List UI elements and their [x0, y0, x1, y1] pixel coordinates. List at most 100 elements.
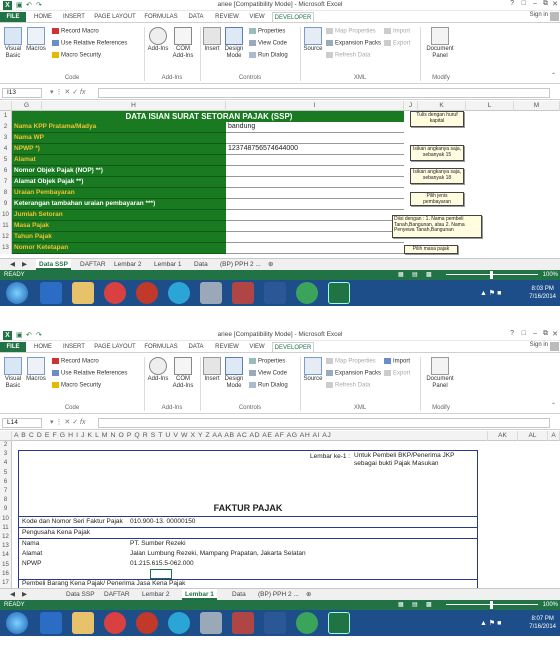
- tab-file[interactable]: FILE: [0, 342, 26, 352]
- media-icon[interactable]: [136, 612, 158, 634]
- row-header[interactable]: 11: [0, 221, 12, 232]
- help-icon[interactable]: ?: [510, 0, 514, 7]
- app-icon[interactable]: [296, 612, 318, 634]
- sheet-nav-next-icon[interactable]: ▶: [22, 259, 27, 270]
- column-header[interactable]: K: [418, 101, 466, 111]
- formula-input[interactable]: [98, 88, 550, 98]
- sheet-nav-prev-icon[interactable]: ◀: [10, 589, 15, 600]
- export-button[interactable]: Export: [384, 40, 410, 48]
- excel-taskbar-icon[interactable]: [328, 282, 350, 304]
- map-properties-button[interactable]: Map Properties: [326, 358, 376, 366]
- expansion-packs-button[interactable]: Expansion Packs: [326, 40, 381, 48]
- row-header[interactable]: 4: [0, 144, 12, 155]
- flag-app-icon[interactable]: [232, 282, 254, 304]
- macros-button[interactable]: Macros: [25, 357, 47, 383]
- row-header[interactable]: 2: [0, 122, 12, 133]
- normal-view-icon[interactable]: ▦: [398, 270, 404, 280]
- sheet-tab-daftar[interactable]: DAFTAR: [104, 589, 130, 600]
- cell-value[interactable]: [226, 221, 404, 232]
- chrome-icon[interactable]: [104, 612, 126, 634]
- export-button[interactable]: Export: [384, 370, 410, 378]
- insert-control-button[interactable]: Insert: [203, 27, 221, 53]
- restore-icon[interactable]: ⧉: [543, 0, 548, 8]
- tab-review[interactable]: REVIEW: [212, 342, 242, 352]
- add-ins-button[interactable]: Add-Ins: [147, 27, 169, 53]
- file-explorer-icon[interactable]: [72, 282, 94, 304]
- row-header[interactable]: 9: [0, 199, 12, 210]
- row-header[interactable]: 6: [0, 477, 12, 487]
- formula-input[interactable]: [98, 418, 550, 428]
- row-header[interactable]: 3: [0, 133, 12, 144]
- avatar[interactable]: [550, 342, 559, 351]
- cell-value[interactable]: [226, 199, 404, 210]
- visual-basic-button[interactable]: Visual Basic: [2, 357, 24, 390]
- cell-value[interactable]: [226, 166, 404, 177]
- macros-button[interactable]: Macros: [25, 27, 47, 53]
- com-add-ins-button[interactable]: COM Add-Ins: [171, 27, 195, 60]
- row-header[interactable]: 14: [0, 551, 12, 561]
- row-header[interactable]: 10: [0, 514, 12, 524]
- document-panel-button[interactable]: Document Panel: [423, 27, 457, 60]
- sheet-tab-lembar-2[interactable]: Lembar 2: [142, 589, 169, 600]
- selected-cell[interactable]: [150, 569, 172, 579]
- run-dialog-button[interactable]: Run Dialog: [249, 382, 288, 390]
- cell-value[interactable]: [226, 155, 404, 166]
- close-icon[interactable]: ✕: [552, 330, 558, 338]
- add-sheet-icon[interactable]: ⊕: [268, 259, 273, 270]
- sheet-tab-data[interactable]: Data: [194, 259, 208, 270]
- tray-icons[interactable]: ▲ ⚑ ■: [480, 289, 501, 297]
- xml-source-button[interactable]: Source: [303, 357, 323, 383]
- tab-insert[interactable]: INSERT: [60, 12, 88, 22]
- tab-home[interactable]: HOME: [30, 12, 56, 22]
- column-header[interactable]: L: [466, 101, 514, 111]
- import-button[interactable]: Import: [384, 28, 410, 36]
- sheet-tab-data[interactable]: Data: [232, 589, 246, 600]
- tab-home[interactable]: HOME: [30, 342, 56, 352]
- tab-file[interactable]: FILE: [0, 12, 26, 22]
- word-icon[interactable]: [264, 612, 286, 634]
- sheet-grid[interactable]: DATA ISIAN SURAT SETORAN PAJAK (SSP) Nam…: [12, 111, 560, 259]
- sign-in-link[interactable]: Sign in: [530, 12, 548, 18]
- word-icon[interactable]: [264, 282, 286, 304]
- column-header[interactable]: A: [548, 431, 560, 441]
- tab-view[interactable]: VIEW: [246, 342, 268, 352]
- app-icon[interactable]: [200, 612, 222, 634]
- chrome-icon[interactable]: [104, 282, 126, 304]
- refresh-data-button[interactable]: Refresh Data: [326, 52, 370, 60]
- sheet-tab-lembar-1[interactable]: Lembar 1: [154, 259, 181, 270]
- close-icon[interactable]: ✕: [552, 0, 558, 8]
- column-header[interactable]: AL: [518, 431, 548, 441]
- row-header[interactable]: 2: [0, 441, 12, 451]
- ribbon-options-icon[interactable]: □: [522, 0, 526, 7]
- refresh-data-button[interactable]: Refresh Data: [326, 382, 370, 390]
- sheet-tab-bp-pph[interactable]: (BP) PPH 2 ...: [258, 589, 299, 600]
- record-macro-button[interactable]: Record Macro: [52, 28, 99, 36]
- zoom-level[interactable]: 100%: [543, 270, 558, 280]
- row-header[interactable]: 6: [0, 166, 12, 177]
- design-mode-button[interactable]: Design Mode: [222, 357, 246, 390]
- cell-value[interactable]: [226, 188, 404, 199]
- app-icon[interactable]: [168, 612, 190, 634]
- row-header[interactable]: 12: [0, 232, 12, 243]
- row-header[interactable]: 4: [0, 459, 12, 469]
- name-box[interactable]: I13: [2, 88, 42, 98]
- ribbon-options-icon[interactable]: □: [522, 330, 526, 337]
- column-header[interactable]: I: [226, 101, 404, 111]
- row-header[interactable]: 16: [0, 569, 12, 579]
- zoom-level[interactable]: 100%: [543, 600, 558, 610]
- tray-icons[interactable]: ▲ ⚑ ■: [480, 619, 501, 627]
- cell-value[interactable]: [226, 232, 404, 243]
- row-header[interactable]: 13: [0, 542, 12, 552]
- row-header[interactable]: 5: [0, 468, 12, 478]
- page-break-icon[interactable]: ▩: [426, 600, 432, 610]
- restore-icon[interactable]: ⧉: [543, 330, 548, 338]
- name-box[interactable]: L14: [2, 418, 42, 428]
- row-header[interactable]: 7: [0, 177, 12, 188]
- tab-developer[interactable]: DEVELOPER: [272, 12, 314, 22]
- faktur-pajak-sheet[interactable]: Lembar ke-1 : Untuk Pembeli BKP/Penerima…: [12, 441, 560, 588]
- sheet-tab-daftar[interactable]: DAFTAR: [80, 259, 106, 270]
- sheet-tab-bp-pph[interactable]: (BP) PPH 2 ...: [220, 259, 261, 270]
- column-header[interactable]: G: [12, 101, 42, 111]
- cell-value[interactable]: [226, 133, 404, 144]
- tab-developer[interactable]: DEVELOPER: [272, 342, 314, 352]
